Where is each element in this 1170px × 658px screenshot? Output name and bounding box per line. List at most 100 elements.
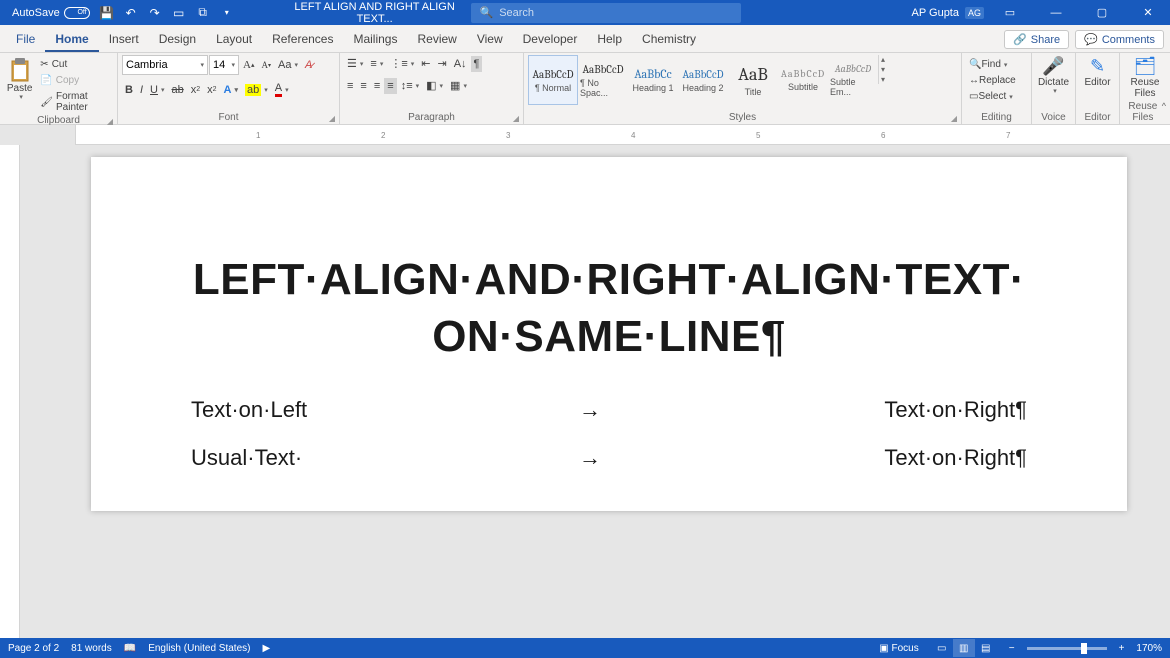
spellcheck-icon[interactable]: 📖 xyxy=(124,643,136,654)
undo-icon[interactable]: ↶ xyxy=(120,2,142,24)
format-painter-button[interactable]: 🖌 Format Painter xyxy=(37,89,113,115)
paste-button[interactable]: Paste▾ xyxy=(4,55,35,104)
group-editor: ✎Editor Editor xyxy=(1076,53,1120,124)
tab-mailings[interactable]: Mailings xyxy=(343,27,407,52)
customize-qat-icon[interactable]: ▾ xyxy=(216,2,238,24)
font-name-combo[interactable]: Cambria▾ xyxy=(122,55,208,75)
ruler-vertical[interactable] xyxy=(0,145,20,639)
read-mode-icon[interactable]: ▭ xyxy=(931,639,953,657)
borders-icon[interactable]: ▦▾ xyxy=(447,77,470,94)
subscript-button[interactable]: x2 xyxy=(188,82,203,98)
italic-button[interactable]: I xyxy=(137,82,146,98)
shrink-font-icon[interactable]: A▾ xyxy=(258,58,274,72)
replace-button[interactable]: ↔ Replace xyxy=(966,73,1019,88)
qat-icon-2[interactable]: ⧉ xyxy=(192,2,214,24)
autosave-toggle[interactable]: AutoSave Off xyxy=(8,7,94,19)
sort-icon[interactable]: A↓ xyxy=(451,56,470,72)
redo-icon[interactable]: ↷ xyxy=(144,2,166,24)
tab-insert[interactable]: Insert xyxy=(99,27,149,52)
strikethrough-button[interactable]: ab xyxy=(168,82,186,98)
underline-button[interactable]: U▾ xyxy=(147,82,167,98)
style-heading-1[interactable]: AaBbCcHeading 1 xyxy=(628,55,678,105)
line-spacing-icon[interactable]: ↕≡▾ xyxy=(398,78,422,94)
font-size-combo[interactable]: 14▾ xyxy=(209,55,239,75)
tab-home[interactable]: Home xyxy=(45,27,98,52)
text-effects-icon[interactable]: A▾ xyxy=(221,82,241,98)
align-left-icon[interactable]: ≡ xyxy=(344,78,356,94)
bold-button[interactable]: B xyxy=(122,82,136,98)
qat-icon-1[interactable]: ▭ xyxy=(168,2,190,24)
web-layout-icon[interactable]: ▤ xyxy=(975,639,997,657)
tab-file[interactable]: File xyxy=(6,27,45,52)
increase-indent-icon[interactable]: ⇥ xyxy=(434,55,449,72)
reuse-files-button[interactable]: 🗂Reuse Files xyxy=(1124,55,1166,101)
decrease-indent-icon[interactable]: ⇤ xyxy=(418,55,433,72)
style-normal[interactable]: AaBbCcD¶ Normal xyxy=(528,55,578,105)
grow-font-icon[interactable]: A▴ xyxy=(240,57,257,73)
collapse-ribbon-icon[interactable]: ^ xyxy=(1162,101,1166,123)
superscript-button[interactable]: x2 xyxy=(204,82,219,98)
comments-button[interactable]: 💬 Comments xyxy=(1075,30,1164,49)
multilevel-icon[interactable]: ⋮≡▾ xyxy=(387,55,417,72)
style-heading-2[interactable]: AaBbCcDHeading 2 xyxy=(678,55,728,105)
maximize-icon[interactable]: ▢ xyxy=(1082,0,1122,25)
align-center-icon[interactable]: ≡ xyxy=(357,78,369,94)
autosave-pill[interactable]: Off xyxy=(64,7,90,19)
zoom-level[interactable]: 170% xyxy=(1136,643,1162,654)
save-icon[interactable]: 💾 xyxy=(96,2,118,24)
document-page[interactable]: LEFT·ALIGN·AND·RIGHT·ALIGN·TEXT· ON·SAME… xyxy=(91,157,1127,511)
styles-launcher-icon[interactable]: ◢ xyxy=(951,114,957,123)
change-case-icon[interactable]: Aa▾ xyxy=(275,57,301,73)
paragraph-launcher-icon[interactable]: ◢ xyxy=(513,114,519,123)
print-layout-icon[interactable]: ▥ xyxy=(953,639,975,657)
style-subtle-emphasis[interactable]: AaBbCcDSubtle Em... xyxy=(828,55,878,105)
copy-button[interactable]: 📄 Copy xyxy=(37,73,113,88)
shading-icon[interactable]: ◧▾ xyxy=(423,77,446,94)
ruler-horizontal[interactable]: 1 2 3 4 5 6 7 xyxy=(0,125,1170,145)
style-title[interactable]: AaBTitle xyxy=(728,55,778,105)
show-marks-icon[interactable]: ¶ xyxy=(471,56,483,72)
zoom-in-icon[interactable]: + xyxy=(1119,643,1125,654)
search-box[interactable]: 🔍 Search xyxy=(471,3,741,23)
minimize-icon[interactable]: — xyxy=(1036,0,1076,25)
font-color-icon[interactable]: A▾ xyxy=(272,80,292,99)
status-words[interactable]: 81 words xyxy=(71,643,112,654)
styles-gallery[interactable]: AaBbCcD¶ Normal AaBbCcD¶ No Spac... AaBb… xyxy=(528,55,957,112)
clear-formatting-icon[interactable]: A̷ xyxy=(302,57,315,73)
tab-chemistry[interactable]: Chemistry xyxy=(632,27,706,52)
style-no-spacing[interactable]: AaBbCcD¶ No Spac... xyxy=(578,55,628,105)
tab-review[interactable]: Review xyxy=(407,27,466,52)
cut-button[interactable]: ✂ Cut xyxy=(37,57,113,72)
status-language[interactable]: English (United States) xyxy=(148,643,250,654)
dictate-button[interactable]: 🎤Dictate▾ xyxy=(1036,55,1071,97)
zoom-slider[interactable] xyxy=(1027,647,1107,650)
tab-layout[interactable]: Layout xyxy=(206,27,262,52)
macro-icon[interactable]: ▶ xyxy=(262,643,270,654)
align-right-icon[interactable]: ≡ xyxy=(371,78,383,94)
editor-button[interactable]: ✎Editor xyxy=(1080,55,1115,90)
tab-help[interactable]: Help xyxy=(587,27,632,52)
ribbon-display-icon[interactable]: ▭ xyxy=(990,0,1030,25)
zoom-thumb[interactable] xyxy=(1081,643,1087,654)
highlight-icon[interactable]: ab▾ xyxy=(242,82,271,98)
tab-references[interactable]: References xyxy=(262,27,343,52)
vertical-scrollbar[interactable] xyxy=(1156,145,1170,639)
numbering-icon[interactable]: ≡▾ xyxy=(367,56,386,72)
style-subtitle[interactable]: AaBbCcDSubtitle xyxy=(778,55,828,105)
find-button[interactable]: 🔍 Find ▾ xyxy=(966,57,1010,72)
tab-view[interactable]: View xyxy=(467,27,513,52)
share-button[interactable]: 🔗 Share xyxy=(1004,30,1069,49)
tab-design[interactable]: Design xyxy=(149,27,206,52)
font-launcher-icon[interactable]: ◢ xyxy=(329,114,335,123)
status-page[interactable]: Page 2 of 2 xyxy=(8,643,59,654)
user-avatar[interactable]: AG xyxy=(965,7,984,19)
select-button[interactable]: ▭ Select ▾ xyxy=(966,89,1016,104)
close-icon[interactable]: ✕ xyxy=(1128,0,1168,25)
justify-icon[interactable]: ≡ xyxy=(384,78,396,94)
user-name[interactable]: AP Gupta xyxy=(911,7,959,19)
styles-more-icon[interactable]: ▴▾▾ xyxy=(878,55,887,84)
zoom-out-icon[interactable]: − xyxy=(1009,643,1015,654)
tab-developer[interactable]: Developer xyxy=(513,27,588,52)
bullets-icon[interactable]: ☰▾ xyxy=(344,55,366,72)
focus-mode-button[interactable]: ▣ Focus xyxy=(879,643,918,654)
